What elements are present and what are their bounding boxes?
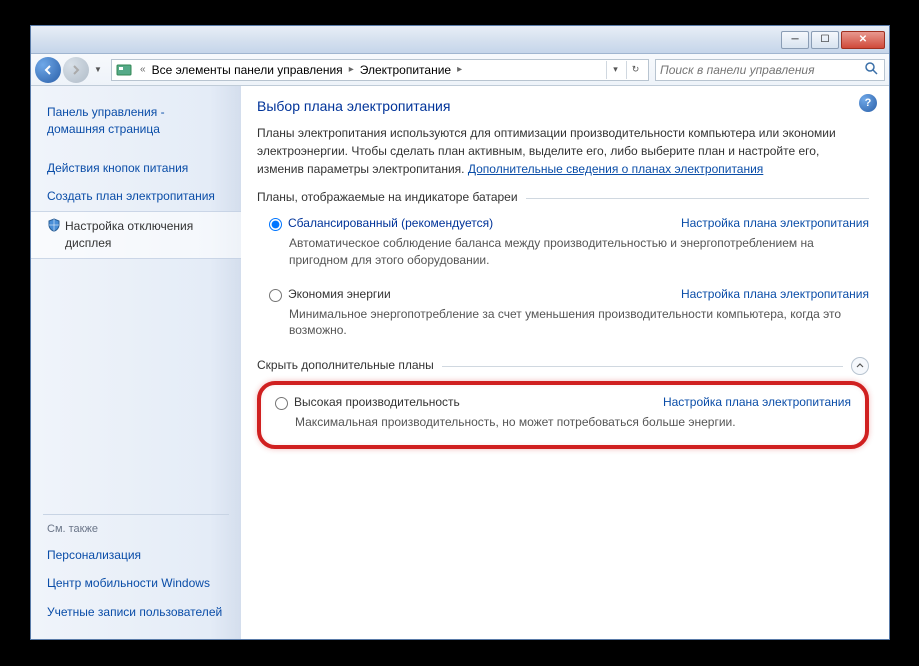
sidebar-link-create-plan[interactable]: Создать план электропитания	[31, 182, 241, 211]
navbar: ▼ « Все элементы панели управления ▸ Эле…	[31, 54, 889, 86]
plan-balanced: Сбалансированный (рекомендуется) Настрой…	[269, 216, 869, 269]
nav-history-dropdown[interactable]: ▼	[91, 60, 105, 80]
plan-high-performance: Высокая производительность Настройка пла…	[275, 395, 851, 431]
plan-radio-high[interactable]	[275, 397, 288, 410]
plan-name[interactable]: Экономия энергии	[288, 287, 391, 301]
chevron-icon: «	[140, 64, 146, 75]
plan-name[interactable]: Высокая производительность	[294, 395, 460, 409]
breadcrumb-item[interactable]: Электропитание	[358, 63, 453, 77]
collapse-button[interactable]	[851, 357, 869, 375]
forward-button[interactable]	[63, 57, 89, 83]
shield-icon	[47, 218, 61, 232]
sidebar-link-user-accounts[interactable]: Учетные записи пользователей	[31, 598, 241, 627]
control-panel-icon	[116, 62, 132, 78]
plan-saver: Экономия энергии Настройка плана электро…	[269, 287, 869, 340]
plan-radio-balanced[interactable]	[269, 218, 282, 231]
sidebar-link-mobility[interactable]: Центр мобильности Windows	[31, 569, 241, 598]
chevron-right-icon: ▸	[349, 64, 354, 75]
highlighted-plan-box: Высокая производительность Настройка пла…	[257, 381, 869, 449]
sidebar-item-label: Настройка отключения дисплея	[65, 218, 225, 252]
sidebar: Панель управления - домашняя страница Де…	[31, 86, 241, 639]
titlebar: ─ ☐ ✕	[31, 26, 889, 54]
plan-name[interactable]: Сбалансированный (рекомендуется)	[288, 216, 493, 230]
breadcrumb-item[interactable]: Все элементы панели управления	[150, 63, 345, 77]
back-button[interactable]	[35, 57, 61, 83]
plan-settings-link[interactable]: Настройка плана электропитания	[681, 287, 869, 301]
chevron-right-icon: ▸	[457, 64, 462, 75]
search-icon[interactable]	[864, 61, 880, 78]
group-title: Скрыть дополнительные планы	[257, 358, 434, 372]
plan-description: Автоматическое соблюдение баланса между …	[289, 235, 869, 269]
refresh-button[interactable]: ↻	[626, 61, 644, 79]
plan-settings-link[interactable]: Настройка плана электропитания	[663, 395, 851, 409]
plan-settings-link[interactable]: Настройка плана электропитания	[681, 216, 869, 230]
breadcrumb-dropdown[interactable]: ▾	[606, 61, 624, 79]
help-icon[interactable]: ?	[859, 94, 877, 112]
group-additional-plans: Скрыть дополнительные планы	[257, 357, 869, 375]
sidebar-see-also-title: См. также	[31, 517, 241, 541]
sidebar-link-display-off[interactable]: Настройка отключения дисплея	[31, 211, 241, 259]
sidebar-home-link[interactable]: Панель управления - домашняя страница	[31, 98, 241, 144]
sidebar-link-personalization[interactable]: Персонализация	[31, 541, 241, 570]
plan-description: Минимальное энергопотребление за счет ум…	[289, 306, 869, 340]
sidebar-link-power-buttons[interactable]: Действия кнопок питания	[31, 154, 241, 183]
search-input[interactable]	[660, 63, 864, 77]
page-description: Планы электропитания используются для оп…	[257, 124, 869, 178]
search-box[interactable]	[655, 59, 885, 81]
more-info-link[interactable]: Дополнительные сведения о планах электро…	[468, 162, 763, 176]
plan-description: Максимальная производительность, но може…	[295, 414, 851, 431]
plan-radio-saver[interactable]	[269, 289, 282, 302]
group-title: Планы, отображаемые на индикаторе батаре…	[257, 190, 518, 204]
content-area: ? Выбор плана электропитания Планы элект…	[241, 86, 889, 639]
maximize-button[interactable]: ☐	[811, 31, 839, 49]
minimize-button[interactable]: ─	[781, 31, 809, 49]
breadcrumb[interactable]: « Все элементы панели управления ▸ Элект…	[111, 59, 649, 81]
control-panel-window: ─ ☐ ✕ ▼ « Все элементы панели управления…	[30, 25, 890, 640]
page-title: Выбор плана электропитания	[257, 98, 869, 114]
group-battery-plans: Планы, отображаемые на индикаторе батаре…	[257, 190, 869, 206]
close-button[interactable]: ✕	[841, 31, 885, 49]
